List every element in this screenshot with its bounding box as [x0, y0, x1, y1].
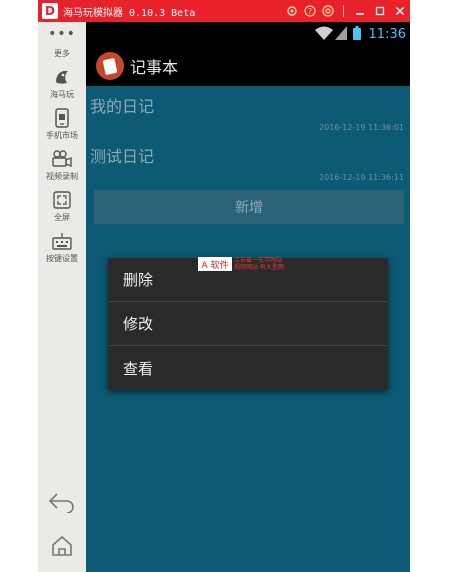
svg-text:?: ? [308, 7, 312, 16]
title-bar-controls: ? [283, 0, 410, 22]
sidebar-item-label: 全屏 [54, 213, 70, 222]
fullscreen-icon [51, 190, 73, 210]
context-menu: 删除 修改 查看 [108, 258, 388, 390]
notepad-app-icon [96, 52, 124, 80]
note-list-item[interactable]: 我的日记 2016-12-19 11:36:01 [86, 86, 410, 136]
emulator-title-bar: D 海马玩模拟器 0.10.3 Beta ? [38, 0, 410, 22]
battery-icon [352, 25, 361, 44]
watermark-line: 视频网站 有大型网 [234, 264, 284, 271]
sidebar-item-label: 手机市场 [46, 131, 78, 140]
more-dots-icon[interactable]: ••• [48, 27, 76, 41]
add-note-button[interactable]: 新增 [94, 190, 404, 224]
app-title: 记事本 [130, 58, 179, 77]
sidebar-item-key-settings[interactable]: 按键设置 [46, 231, 78, 264]
keyboard-icon [51, 231, 73, 251]
android-screen: 11:36 记事本 我的日记 2016-12-19 11:36:01 测试日记 … [86, 22, 410, 572]
watermark-text: 江苏省一支学网站 视频网站 有大型网 [234, 257, 284, 271]
video-camera-icon [51, 149, 73, 169]
sidebar-item-label: 视频录制 [46, 172, 78, 181]
status-bar: 11:36 [86, 22, 410, 46]
minimize-icon[interactable] [350, 0, 370, 22]
note-list-item[interactable]: 测试日记 2016-12-19 11:36:11 [86, 136, 410, 186]
help-question-icon[interactable]: ? [301, 0, 319, 22]
home-icon[interactable] [44, 528, 80, 564]
note-title: 测试日记 [90, 147, 155, 166]
emulator-title: 海马玩模拟器 0.10.3 Beta [63, 7, 196, 19]
close-icon[interactable] [390, 0, 410, 22]
emulator-logo-icon: D [42, 3, 58, 19]
haima-logo-icon [51, 67, 73, 87]
signal-icon [334, 25, 347, 44]
app-action-bar: 记事本 [86, 46, 410, 86]
note-date: 2016-12-19 11:36:11 [319, 173, 404, 182]
emulator-sidebar: ••• 更多 海马玩 手机市场 视频录制 全屏 按键设置 [38, 22, 86, 572]
sidebar-item-video-record[interactable]: 视频录制 [46, 149, 78, 182]
account-at-icon[interactable] [319, 0, 337, 22]
menu-item-edit[interactable]: 修改 [108, 302, 388, 346]
maximize-icon[interactable] [370, 0, 390, 22]
watermark-line: 江苏省一支学网站 [234, 257, 283, 264]
settings-gear-icon[interactable] [283, 0, 301, 22]
more-label: 更多 [54, 49, 70, 58]
watermark: A 软件 江苏省一支学网站 视频网站 有大型网 [198, 257, 284, 271]
sidebar-item-fullscreen[interactable]: 全屏 [51, 190, 73, 223]
status-time: 11:36 [368, 26, 406, 42]
note-title: 我的日记 [90, 97, 155, 116]
phone-market-icon [51, 108, 73, 128]
sidebar-item-label: 按键设置 [46, 254, 78, 263]
wifi-icon [314, 25, 333, 44]
sidebar-item-phone-market[interactable]: 手机市场 [46, 108, 78, 141]
watermark-logo: A 软件 [198, 257, 232, 271]
android-nav-keys [38, 484, 86, 572]
sidebar-item-haima[interactable]: 海马玩 [50, 67, 74, 100]
back-arrow-icon[interactable] [44, 484, 80, 520]
title-bar-divider [343, 5, 344, 17]
sidebar-item-label: 海马玩 [50, 90, 74, 99]
note-date: 2016-12-19 11:36:01 [319, 123, 404, 132]
menu-item-view[interactable]: 查看 [108, 346, 388, 390]
